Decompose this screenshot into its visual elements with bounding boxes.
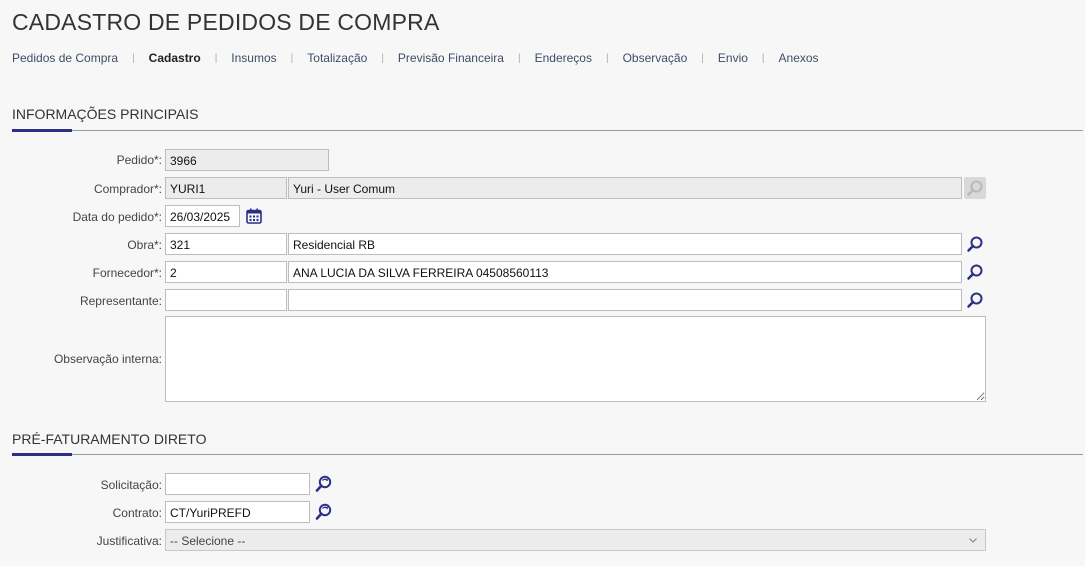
tab-cadastro[interactable]: Cadastro	[149, 51, 201, 65]
tab-separator: |	[290, 52, 294, 64]
tab-separator: |	[605, 52, 609, 64]
chevron-down-icon	[969, 538, 977, 543]
data-pedido-label: Data do pedido*:	[72, 210, 162, 224]
comprador-search-button[interactable]	[964, 177, 986, 199]
pedido-field[interactable]: 3966	[165, 149, 329, 171]
representante-code-input[interactable]	[165, 289, 287, 311]
fornecedor-search-button[interactable]	[964, 261, 986, 283]
calendar-icon	[246, 208, 262, 224]
section-accent	[12, 129, 72, 132]
search-refresh-icon	[315, 503, 332, 520]
tab-envio[interactable]: Envio	[718, 51, 748, 65]
fornecedor-name-input[interactable]: ANA LUCIA DA SILVA FERREIRA 04508560113	[288, 261, 962, 283]
tab-enderecos[interactable]: Endereços	[535, 51, 592, 65]
tab-separator: |	[132, 52, 135, 64]
comprador-label: Comprador*:	[93, 182, 162, 196]
representante-label: Representante:	[79, 294, 162, 308]
obra-label: Obra*:	[127, 238, 162, 252]
contrato-search-button[interactable]	[313, 501, 335, 523]
tab-anexos[interactable]: Anexos	[779, 51, 819, 65]
obra-code-input[interactable]: 321	[165, 233, 287, 255]
comprador-name-field[interactable]: Yuri - User Comum	[288, 177, 962, 199]
observacao-interna-label: Observação interna:	[53, 352, 162, 366]
justificativa-selected-value: -- Selecione --	[170, 534, 246, 548]
search-refresh-icon	[315, 475, 332, 492]
section-title-informacoes-principais: INFORMAÇÕES PRINCIPAIS	[12, 106, 199, 122]
solicitacao-search-button[interactable]	[313, 473, 335, 495]
tab-separator: |	[381, 52, 384, 64]
justificativa-label: Justificativa:	[96, 534, 162, 548]
section-title-pre-faturamento: PRÉ-FATURAMENTO DIRETO	[12, 431, 207, 447]
tab-separator: |	[761, 52, 765, 64]
data-pedido-input[interactable]: 26/03/2025	[165, 205, 240, 227]
tab-separator: |	[517, 52, 521, 64]
observacao-interna-textarea[interactable]	[165, 316, 986, 402]
tab-separator: |	[701, 52, 704, 64]
fornecedor-label: Fornecedor*:	[92, 266, 162, 280]
search-icon	[967, 236, 983, 252]
obra-search-button[interactable]	[964, 233, 986, 255]
solicitacao-label: Solicitação:	[100, 478, 162, 492]
tab-insumos[interactable]: Insumos	[231, 51, 276, 65]
page-title: CADASTRO DE PEDIDOS DE COMPRA	[12, 9, 440, 35]
contrato-label: Contrato:	[112, 506, 162, 520]
section-accent	[12, 453, 72, 456]
representante-name-input[interactable]	[288, 289, 962, 311]
search-icon	[967, 292, 983, 308]
tab-separator: |	[214, 52, 218, 64]
obra-name-input[interactable]: Residencial RB	[288, 233, 962, 255]
solicitacao-input[interactable]	[165, 473, 310, 495]
date-picker-button[interactable]	[243, 205, 265, 227]
tab-pedidos-de-compra[interactable]: Pedidos de Compra	[12, 51, 118, 65]
justificativa-select[interactable]: -- Selecione --	[165, 529, 986, 551]
tab-observacao[interactable]: Observação	[623, 51, 688, 65]
comprador-code-field[interactable]: YURI1	[165, 177, 287, 199]
search-icon	[967, 180, 983, 196]
section-divider	[12, 130, 1083, 131]
tab-previsao-financeira[interactable]: Previsão Financeira	[398, 51, 504, 65]
search-icon	[967, 264, 983, 280]
contrato-input[interactable]: CT/YuriPREFD	[165, 501, 310, 523]
representante-search-button[interactable]	[964, 289, 986, 311]
pedido-label: Pedido*:	[116, 153, 162, 167]
fornecedor-code-input[interactable]: 2	[165, 261, 287, 283]
tab-totalizacao[interactable]: Totalização	[307, 51, 367, 65]
section-divider	[12, 454, 1083, 455]
tab-bar: Pedidos de Compra | Cadastro | Insumos |…	[12, 51, 819, 65]
